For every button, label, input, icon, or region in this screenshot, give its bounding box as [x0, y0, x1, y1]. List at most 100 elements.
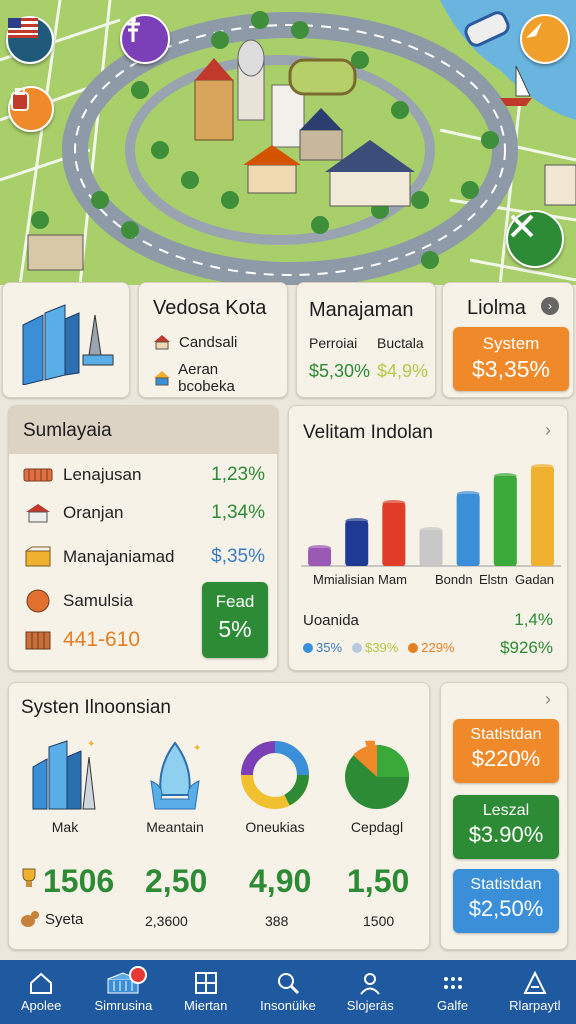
- map-artwork: [0, 0, 576, 285]
- legend-text: 229%: [421, 640, 455, 655]
- summary-row[interactable]: 441-610: [23, 628, 140, 652]
- summary-row-label: Manajaniamad: [63, 547, 175, 566]
- chevron-right-icon[interactable]: ›: [545, 420, 551, 441]
- pie-chart-icon[interactable]: [339, 737, 415, 813]
- summary-row[interactable]: Oranjan 1,34%: [23, 502, 265, 524]
- city-thumbnail-card[interactable]: [2, 282, 130, 398]
- summary-row-value: 1,23%: [211, 464, 265, 485]
- search-icon: [277, 973, 300, 995]
- home-icon: [30, 972, 53, 994]
- legend-dot: [303, 642, 313, 653]
- bottom-nav: Apolee Simrusina Miertan Insonüike Sloje…: [0, 960, 576, 1024]
- crystal-icon[interactable]: ✦: [137, 737, 213, 813]
- city-title: Vedosa Kota: [153, 297, 267, 319]
- flag-icon[interactable]: [6, 16, 54, 64]
- stat-button[interactable]: Statistdan $220%: [453, 719, 559, 783]
- backpack-icon[interactable]: [8, 86, 54, 132]
- chart-bar[interactable]: [493, 476, 517, 566]
- legend-dot: [408, 642, 419, 653]
- house-icon: [23, 502, 53, 524]
- summary-row[interactable]: Samulsia: [23, 589, 133, 613]
- stat-value: 2,50: [145, 863, 208, 899]
- summary-row[interactable]: Lenajusan 1,23%: [23, 464, 265, 486]
- chart-bar-cap: [530, 464, 554, 470]
- chevron-right-icon[interactable]: ›: [541, 297, 559, 315]
- chart-bar-cap: [382, 500, 406, 506]
- legend-item: 35%: [303, 640, 342, 655]
- city-map[interactable]: [0, 0, 576, 285]
- summary-row-label: Oranjan: [63, 503, 124, 522]
- chart-bar[interactable]: [530, 467, 554, 566]
- house-icon: [151, 331, 173, 353]
- bench-icon: [23, 464, 53, 486]
- nav-label: Miertan: [184, 998, 228, 1013]
- donut-chart-icon[interactable]: [237, 737, 313, 813]
- city-item: Aeran bcobeka: [151, 361, 275, 395]
- chart-bar[interactable]: [419, 530, 443, 566]
- summary-row[interactable]: Manajaniamad $,35%: [23, 546, 265, 568]
- manajaman-col1-value: $5,30%: [309, 361, 371, 381]
- city-info-card[interactable]: Vedosa Kota Candsali Aeran bcobeka: [138, 282, 288, 398]
- legend-text: 35%: [316, 640, 343, 655]
- nav-item-home[interactable]: Apolee: [0, 960, 82, 1024]
- system-button[interactable]: System $3,35%: [453, 327, 569, 391]
- feed-value: 5%: [218, 616, 252, 642]
- stat-value: 1506: [43, 863, 115, 899]
- chart-footer-value: 1,4%: [514, 610, 553, 629]
- stat-sub: 2,3600: [145, 913, 188, 929]
- chart-bar[interactable]: [382, 503, 406, 566]
- summary-row-label: Samulsia: [63, 591, 133, 610]
- summary-bottom-value: 441-610: [63, 628, 141, 651]
- compass-icon[interactable]: [520, 14, 570, 64]
- legend-item: 229%: [408, 640, 455, 655]
- manajaman-col2-label: Buctala: [377, 335, 424, 351]
- icon-label: Oneukias: [245, 819, 305, 835]
- tools-icon[interactable]: [506, 210, 564, 268]
- chart-bar-cap: [456, 491, 480, 497]
- stat-sub: 1500: [363, 913, 395, 929]
- manajaman-card[interactable]: Manajaman Perroiai Buctala $5,30% $4,9%: [296, 282, 436, 398]
- triangle-icon: [523, 971, 547, 994]
- nav-item-profile[interactable]: Slojeräs: [329, 960, 411, 1024]
- chart-bar[interactable]: [345, 521, 369, 566]
- nav-item-buildings[interactable]: Simrusina: [82, 960, 164, 1024]
- nav-label: Insonüike: [260, 998, 316, 1013]
- stat-sub: Syeta: [45, 911, 84, 928]
- nav-item-apps[interactable]: Galfe: [411, 960, 493, 1024]
- nav-item-triangle[interactable]: Rlarpaytl: [494, 960, 576, 1024]
- summary-row-value: 1,34%: [211, 502, 265, 523]
- icon-label: Meantain: [146, 819, 204, 835]
- nav-item-grid[interactable]: Miertan: [165, 960, 247, 1024]
- nav-item-search[interactable]: Insonüike: [247, 960, 329, 1024]
- city-item: Candsali: [151, 331, 275, 353]
- map-pin-icon[interactable]: [120, 14, 170, 64]
- legend-value: $926%: [500, 638, 553, 657]
- stat-button-value: $220%: [471, 746, 541, 771]
- city-item-label: Candsali: [179, 333, 238, 351]
- chart-footer-label: Uoanida: [303, 612, 359, 629]
- stat-button[interactable]: Leszal $3.90%: [453, 795, 559, 859]
- chart-bar-cap: [419, 527, 443, 533]
- legend-item: $39%: [352, 640, 398, 655]
- liolma-card[interactable]: Liolma › System $3,35%: [442, 282, 574, 398]
- crate-icon: [23, 629, 53, 651]
- trophy-icon: [19, 867, 39, 889]
- nav-label: Galfe: [437, 998, 469, 1013]
- summary-title: Sumlayaia: [23, 420, 112, 441]
- summary-row-value: $,35%: [211, 546, 265, 567]
- feed-button[interactable]: Fead 5%: [202, 582, 268, 658]
- stat-button-value: $2,50%: [468, 896, 544, 921]
- summary-row-label: Lenajusan: [63, 465, 142, 484]
- system-value: $3,35%: [471, 356, 550, 382]
- squirrel-icon: [19, 909, 41, 929]
- chart-tick-label: Bondn: [435, 572, 473, 587]
- skyscrapers-icon[interactable]: ✦: [27, 737, 103, 813]
- package-icon: [23, 546, 53, 568]
- stat-button[interactable]: Statistdan $2,50%: [453, 869, 559, 933]
- chevron-right-icon[interactable]: ›: [545, 689, 551, 710]
- system-panel: Systen Ilnoonsian ✦ ✦ Mak Meantain Oneuk…: [8, 682, 430, 950]
- chart-bar[interactable]: [456, 494, 480, 566]
- system-panel-title: Systen Ilnoonsian: [21, 697, 171, 718]
- manajaman-col2-value: $4,9%: [377, 361, 429, 381]
- legend-text: $39%: [365, 640, 399, 655]
